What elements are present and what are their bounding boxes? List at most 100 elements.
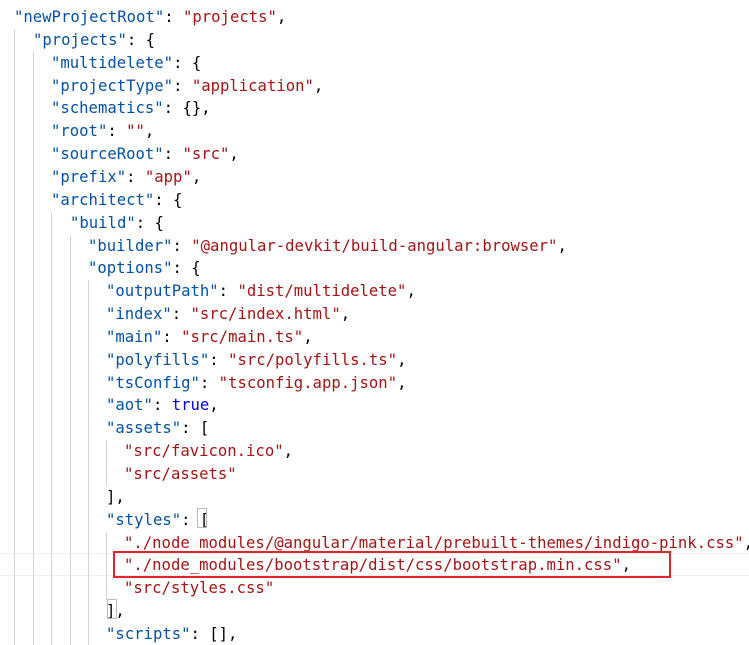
json-punctuation: : [], xyxy=(190,624,238,643)
code-line[interactable]: "outputPath": "dist/multidelete", xyxy=(106,280,416,303)
code-line[interactable]: "root": "", xyxy=(51,120,154,143)
json-string: "src/assets" xyxy=(124,465,237,483)
json-key: "index" xyxy=(106,305,172,324)
json-punctuation: : xyxy=(107,122,127,141)
code-line[interactable]: "src/styles.css" xyxy=(124,577,274,600)
json-punctuation: : { xyxy=(135,213,164,232)
code-line[interactable]: "projectType": "application", xyxy=(51,75,323,98)
json-punctuation: : { xyxy=(172,259,201,278)
json-key: "outputPath" xyxy=(106,282,219,301)
json-string: "src/main.ts" xyxy=(181,327,304,346)
code-line[interactable]: "scripts": [], xyxy=(106,623,237,645)
json-boolean: true xyxy=(171,396,210,415)
json-string: "src/polyfills.ts" xyxy=(228,350,398,369)
json-string: "application" xyxy=(191,76,314,95)
json-punctuation: : xyxy=(171,305,191,324)
json-key: "main" xyxy=(106,327,163,346)
code-line[interactable]: "tsConfig": "tsconfig.app.json", xyxy=(106,372,406,395)
json-key: "polyfills" xyxy=(106,350,210,369)
matching-bracket-open xyxy=(197,508,207,528)
code-line[interactable]: "main": "src/main.ts", xyxy=(106,326,313,349)
json-key: "builder" xyxy=(88,236,173,255)
json-punctuation: : [ xyxy=(181,419,210,438)
json-string: "src/styles.css" xyxy=(124,579,275,598)
indent-guide-line xyxy=(70,234,71,645)
indent-guide-line xyxy=(106,531,107,601)
code-line[interactable]: "architect": { xyxy=(51,189,182,212)
json-key: "aot" xyxy=(106,396,153,415)
json-string: "src" xyxy=(182,145,230,164)
code-line[interactable]: "sourceRoot": "src", xyxy=(51,143,239,166)
code-line[interactable]: "build": { xyxy=(70,212,164,235)
json-key: "options" xyxy=(88,259,173,278)
json-key: "newProjectRoot" xyxy=(14,8,165,26)
code-line[interactable]: "projects": { xyxy=(33,29,155,52)
json-string: "" xyxy=(126,122,145,141)
json-punctuation: , xyxy=(283,442,293,461)
json-punctuation: : xyxy=(172,236,192,255)
json-string: "tsconfig.app.json" xyxy=(218,373,398,392)
json-key: "root" xyxy=(51,122,108,141)
code-line[interactable]: "src/assets" xyxy=(124,463,237,486)
code-line[interactable]: ], xyxy=(106,486,125,509)
json-key: "assets" xyxy=(106,419,182,438)
code-line[interactable]: "multidelete": { xyxy=(51,52,201,75)
json-key: "projectType" xyxy=(51,76,174,95)
json-punctuation: : xyxy=(209,350,229,369)
json-punctuation: : xyxy=(152,396,172,415)
json-punctuation: : xyxy=(162,327,182,346)
json-punctuation: , xyxy=(144,122,155,141)
json-string: "src/index.html" xyxy=(190,305,341,324)
json-punctuation: , xyxy=(276,8,287,26)
json-key: "build" xyxy=(70,213,136,232)
json-key: "projects" xyxy=(33,30,127,49)
code-editor[interactable]: "newProjectRoot": "projects", "projects":… xyxy=(0,0,749,645)
code-line[interactable]: "prefix": "app", xyxy=(51,166,201,189)
json-string: "./node_modules/@angular/material/prebui… xyxy=(124,533,744,552)
json-punctuation: : { xyxy=(173,53,202,72)
json-key: "sourceRoot" xyxy=(51,145,164,164)
indent-guide-line xyxy=(88,280,89,645)
matching-bracket-close xyxy=(107,599,117,619)
json-punctuation: : xyxy=(173,76,192,95)
code-line[interactable]: "options": { xyxy=(88,257,201,280)
code-line[interactable]: "polyfills": "src/polyfills.ts", xyxy=(106,349,406,372)
json-punctuation: : xyxy=(163,145,183,164)
code-line[interactable]: "index": "src/index.html", xyxy=(106,303,350,326)
json-punctuation: , xyxy=(397,373,407,392)
annotation-highlight-box xyxy=(113,551,671,578)
json-punctuation: , xyxy=(406,282,416,301)
json-punctuation: : xyxy=(218,282,238,301)
json-punctuation: , xyxy=(313,76,324,95)
json-punctuation: , xyxy=(229,145,239,164)
json-string: "app" xyxy=(144,167,192,186)
code-line[interactable]: "src/favicon.ico", xyxy=(124,440,293,463)
json-punctuation: : xyxy=(164,8,183,26)
json-punctuation: , xyxy=(744,534,749,552)
code-line[interactable]: "styles": [ xyxy=(106,509,209,532)
json-string: "src/favicon.ico" xyxy=(124,442,284,461)
json-key: "styles" xyxy=(106,510,182,529)
json-punctuation: : {}, xyxy=(163,99,211,118)
json-key: "multidelete" xyxy=(51,53,174,72)
json-punctuation: : { xyxy=(154,190,183,209)
json-punctuation: : xyxy=(199,373,219,392)
json-string: "@angular-devkit/build-angular:browser" xyxy=(191,236,558,255)
indent-guide-line xyxy=(33,51,34,645)
code-line[interactable]: "assets": [ xyxy=(106,417,209,440)
json-string: "projects" xyxy=(183,8,277,26)
code-line[interactable]: "aot": true, xyxy=(106,394,219,417)
json-punctuation: , xyxy=(397,350,407,369)
indent-guide-line xyxy=(14,28,15,645)
code-line[interactable]: "schematics": {}, xyxy=(51,97,211,120)
json-punctuation: : xyxy=(126,167,145,186)
json-punctuation: , xyxy=(557,236,567,255)
json-punctuation: , xyxy=(303,327,313,346)
code-line[interactable]: "newProjectRoot": "projects", xyxy=(14,6,286,29)
code-line[interactable]: "builder": "@angular-devkit/build-angula… xyxy=(88,235,567,258)
json-punctuation: : { xyxy=(126,30,156,49)
indent-guide-line xyxy=(51,211,52,645)
json-string: "dist/multidelete" xyxy=(237,282,407,301)
json-punctuation: , xyxy=(191,167,202,186)
json-punctuation: ], xyxy=(106,487,125,506)
